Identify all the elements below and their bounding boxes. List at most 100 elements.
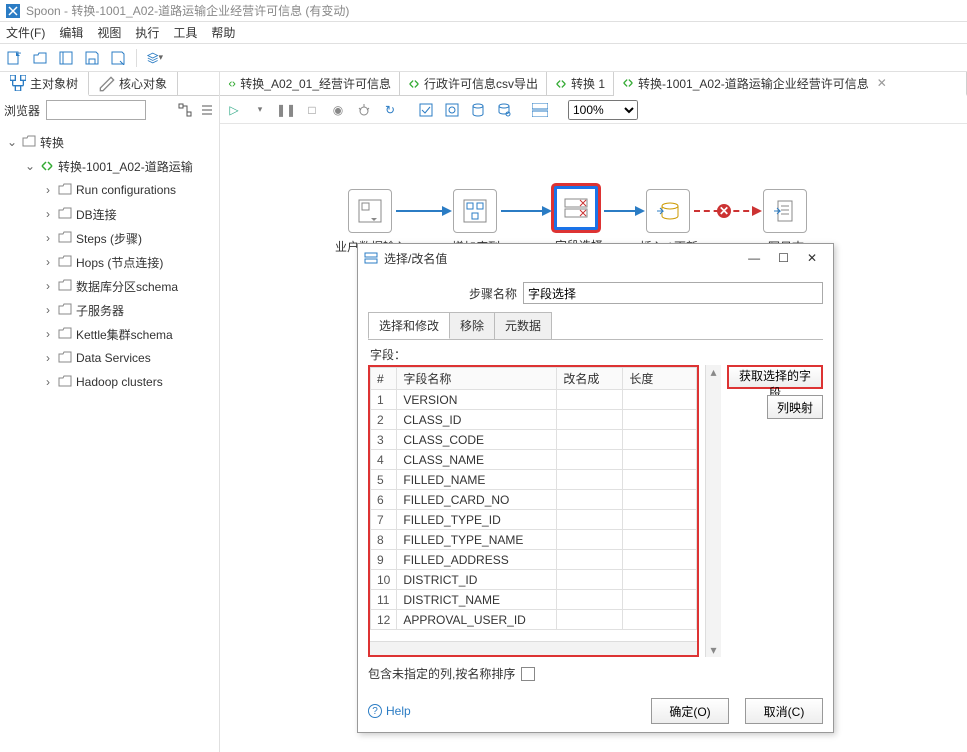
tab-metadata[interactable]: 元数据 (494, 312, 552, 339)
new-icon[interactable]: + (6, 50, 22, 66)
tree-child-5[interactable]: ›子服务器 (42, 298, 219, 322)
tree-child-4[interactable]: ›数据库分区schema (42, 274, 219, 298)
vertical-scrollbar[interactable]: ▴ ▾ (705, 365, 721, 657)
table-row[interactable]: 11DISTRICT_NAME (371, 590, 697, 610)
table-row[interactable]: 8FILLED_TYPE_NAME (371, 530, 697, 550)
show-results-icon[interactable] (532, 102, 548, 118)
explore-db-icon[interactable] (496, 102, 512, 118)
verify-icon[interactable] (418, 102, 434, 118)
help-button[interactable]: ? Help (368, 704, 411, 718)
chevron-right-icon[interactable]: › (42, 375, 54, 389)
dialog-select-values: 选择/改名值 — ☐ ✕ 步骤名称 选择和修改 移除 元数据 字段： # (357, 243, 834, 733)
step-select-values[interactable]: 字段选择 (554, 186, 598, 230)
zoom-select[interactable]: 100% (568, 100, 638, 120)
tab-core-objects-label: 核心对象 (119, 75, 167, 92)
browser-search-input[interactable] (46, 100, 146, 120)
stop-icon[interactable]: □ (304, 102, 320, 118)
tree-child-0[interactable]: ›Run configurations (42, 178, 219, 202)
open-icon[interactable] (32, 50, 48, 66)
table-row[interactable]: 7FILLED_TYPE_ID (371, 510, 697, 530)
impact-icon[interactable] (444, 102, 460, 118)
transformation-icon (622, 77, 634, 89)
step-sequence[interactable]: 增加序列 (453, 189, 497, 233)
tab-main-tree[interactable]: 主对象树 (0, 72, 89, 96)
pause-icon[interactable]: ❚❚ (278, 102, 294, 118)
workspace-tabs: 转换_A02_01_经营许可信息 行政许可信息csv导出 转换 1 转换-100… (220, 72, 967, 96)
run-options-icon[interactable]: ▾ (252, 102, 268, 118)
tree-child-8[interactable]: ›Hadoop clusters (42, 370, 219, 394)
ws-tab-1[interactable]: 行政许可信息csv导出 (400, 72, 547, 95)
menu-tools[interactable]: 工具 (173, 24, 197, 41)
chevron-right-icon[interactable]: › (42, 279, 54, 293)
tree-child-2[interactable]: ›Steps (步骤) (42, 226, 219, 250)
chevron-down-icon[interactable]: ⌄ (6, 135, 18, 149)
col-num[interactable]: # (371, 368, 397, 390)
ws-tab-3[interactable]: 转换-1001_A02-道路运输企业经营许可信息 ✕ (614, 72, 967, 96)
get-fields-button[interactable]: 获取选择的字段 (727, 365, 823, 389)
preview-icon[interactable]: ◉ (330, 102, 346, 118)
tree-child-7[interactable]: ›Data Services (42, 346, 219, 370)
ws-tab-2[interactable]: 转换 1 (547, 72, 614, 95)
run-icon[interactable]: ▷ (226, 102, 242, 118)
fields-table[interactable]: # 字段名称 改名成 长度 1VERSION2CLASS_ID3CLASS_CO… (368, 365, 699, 657)
chevron-right-icon[interactable]: › (42, 231, 54, 245)
col-length[interactable]: 长度 (623, 368, 697, 390)
step-name-input[interactable] (523, 282, 823, 304)
table-row[interactable]: 5FILLED_NAME (371, 470, 697, 490)
tree-child-3[interactable]: ›Hops (节点连接) (42, 250, 219, 274)
table-row[interactable]: 10DISTRICT_ID (371, 570, 697, 590)
table-row[interactable]: 12APPROVAL_USER_ID (371, 610, 697, 630)
table-row[interactable]: 9FILLED_ADDRESS (371, 550, 697, 570)
col-fieldname[interactable]: 字段名称 (397, 368, 557, 390)
menu-edit[interactable]: 编辑 (59, 24, 83, 41)
chevron-right-icon[interactable]: › (42, 183, 54, 197)
include-unspecified-checkbox[interactable] (521, 667, 535, 681)
chevron-right-icon[interactable]: › (42, 255, 54, 269)
chevron-right-icon[interactable]: › (42, 351, 54, 365)
chevron-right-icon[interactable]: › (42, 207, 54, 221)
column-mapping-button[interactable]: 列映射 (767, 395, 823, 419)
menu-help[interactable]: 帮助 (211, 24, 235, 41)
tree-root[interactable]: ⌄ 转换 (6, 130, 219, 154)
sql-icon[interactable] (470, 102, 486, 118)
col-rename[interactable]: 改名成 (557, 368, 623, 390)
expand-tree-icon[interactable] (177, 102, 193, 118)
close-icon[interactable]: ✕ (877, 76, 887, 90)
ws-tab-0[interactable]: 转换_A02_01_经营许可信息 (220, 72, 400, 95)
saveas-icon[interactable] (110, 50, 126, 66)
replay-icon[interactable]: ↻ (382, 102, 398, 118)
table-row[interactable]: 6FILLED_CARD_NO (371, 490, 697, 510)
tree-root-label: 转换 (40, 134, 64, 151)
chevron-down-icon[interactable]: ⌄ (24, 159, 36, 173)
chevron-right-icon[interactable]: › (42, 327, 54, 341)
menu-view[interactable]: 视图 (97, 24, 121, 41)
step-log[interactable]: 写日志 (763, 189, 807, 233)
minimize-icon[interactable]: — (748, 251, 760, 265)
tab-core-objects[interactable]: 核心对象 (89, 72, 178, 95)
table-row[interactable]: 2CLASS_ID (371, 410, 697, 430)
tab-select-modify[interactable]: 选择和修改 (368, 312, 450, 339)
table-row[interactable]: 3CLASS_CODE (371, 430, 697, 450)
maximize-icon[interactable]: ☐ (778, 251, 789, 265)
ok-button[interactable]: 确定(O) (651, 698, 729, 724)
menu-file[interactable]: 文件(F) (6, 24, 45, 41)
tree-child-6[interactable]: ›Kettle集群schema (42, 322, 219, 346)
close-icon[interactable]: ✕ (807, 251, 817, 265)
collapse-tree-icon[interactable] (199, 102, 215, 118)
chevron-right-icon[interactable]: › (42, 303, 54, 317)
perspective-icon[interactable]: ▾ (147, 50, 163, 66)
explore-icon[interactable] (58, 50, 74, 66)
step-input[interactable]: 业户数据输入 (348, 189, 392, 233)
horizontal-scrollbar[interactable] (370, 641, 697, 655)
cancel-button[interactable]: 取消(C) (745, 698, 823, 724)
step-insert-update[interactable]: 插入 / 更新 (646, 189, 690, 233)
table-row[interactable]: 1VERSION (371, 390, 697, 410)
table-row[interactable]: 4CLASS_NAME (371, 450, 697, 470)
save-icon[interactable] (84, 50, 100, 66)
debug-icon[interactable] (356, 102, 372, 118)
tree-trans[interactable]: ⌄ 转换-1001_A02-道路运输 (24, 154, 219, 178)
tree-child-1[interactable]: ›DB连接 (42, 202, 219, 226)
menu-run[interactable]: 执行 (135, 24, 159, 41)
tab-remove[interactable]: 移除 (449, 312, 495, 339)
sidebar: 主对象树 核心对象 浏览器 ⌄ 转换 ⌄ 转 (0, 72, 220, 752)
